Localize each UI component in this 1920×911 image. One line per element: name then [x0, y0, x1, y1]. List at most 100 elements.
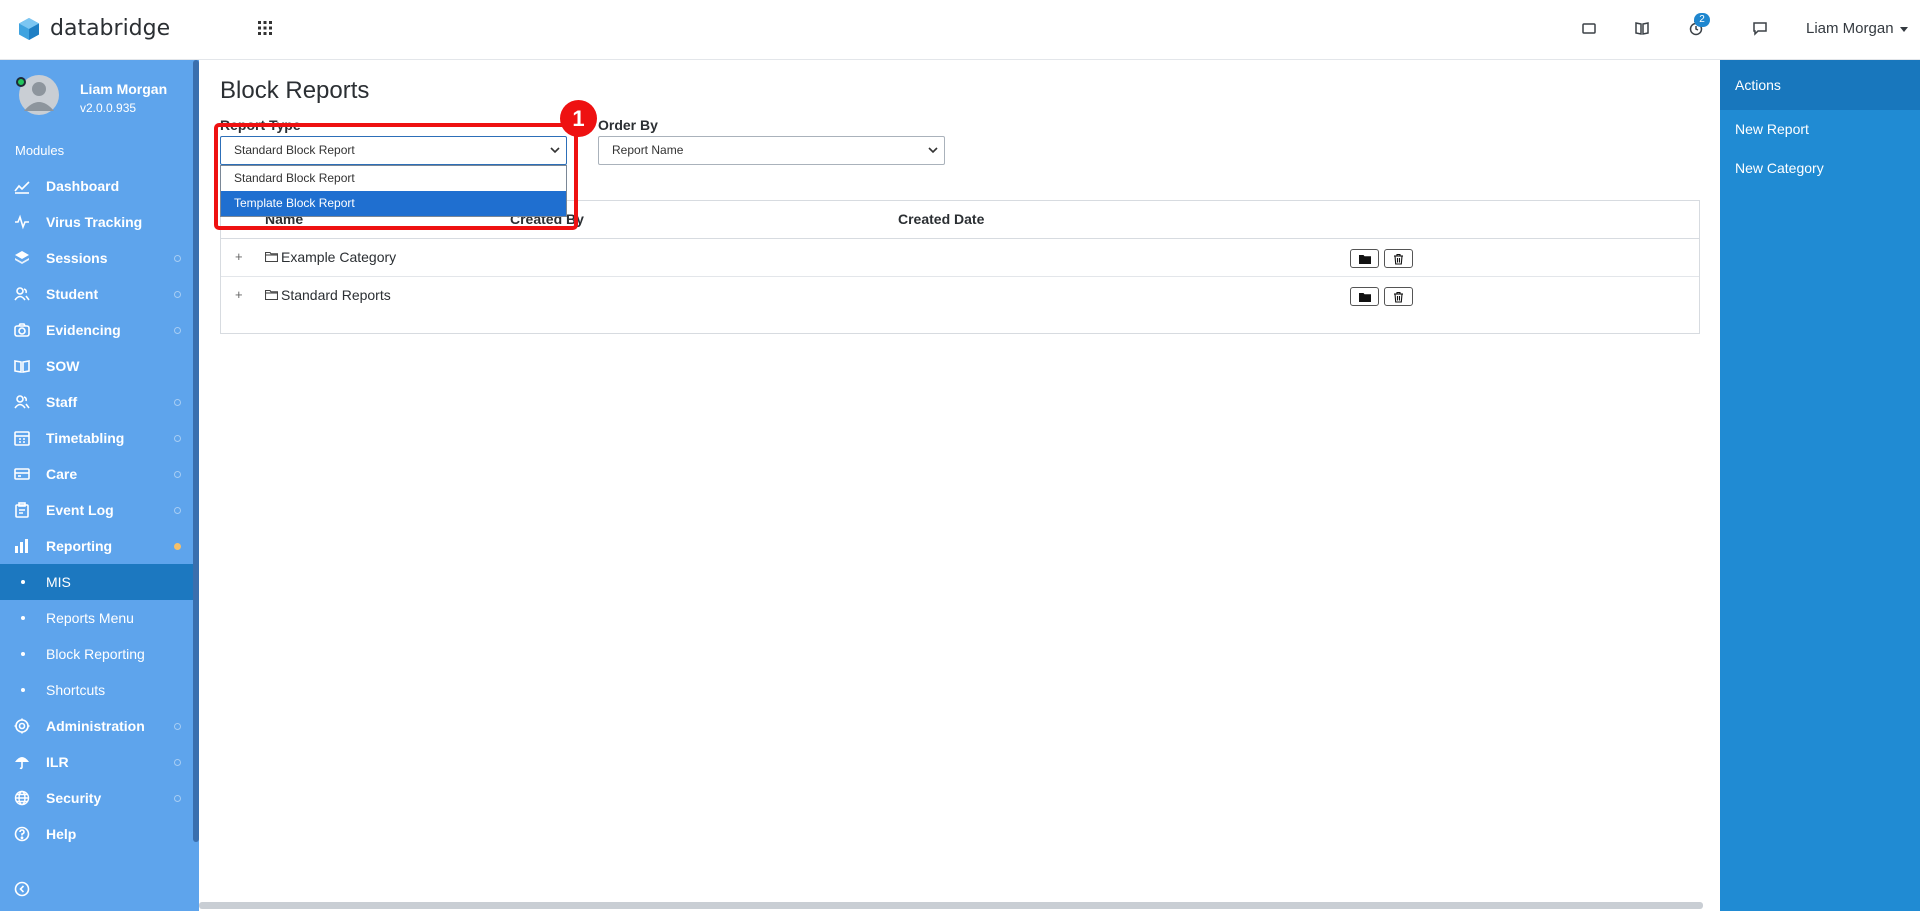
order-by-select[interactable]: Report Name: [598, 136, 945, 165]
chevron-down-icon: [928, 147, 938, 154]
sidebar-nav: Dashboard Virus Tracking Sessions Studen…: [0, 168, 193, 852]
users-icon: [14, 395, 30, 409]
globe-icon: [14, 790, 30, 806]
sidebar-item-staff[interactable]: Staff: [0, 384, 193, 420]
folder-icon: [1358, 254, 1371, 264]
sidebar-item-ilr[interactable]: ILR: [0, 744, 193, 780]
sidebar-item-reporting[interactable]: Reporting: [0, 528, 193, 564]
expand-indicator-icon: [174, 255, 181, 262]
sidebar-item-virus-tracking[interactable]: Virus Tracking: [0, 204, 193, 240]
notification-badge: 2: [1694, 13, 1710, 27]
app-name: databridge: [50, 16, 171, 41]
row-name: Standard Reports: [281, 287, 391, 303]
sidebar-item-security[interactable]: Security: [0, 780, 193, 816]
layers-icon: [15, 251, 29, 264]
sidebar-item-label: Help: [46, 826, 77, 842]
expand-row-icon[interactable]: +: [235, 249, 243, 264]
sidebar-item-timetabling[interactable]: Timetabling: [0, 420, 193, 456]
delete-button[interactable]: [1384, 287, 1413, 306]
card-icon: [14, 468, 30, 480]
page-title: Block Reports: [220, 77, 370, 104]
order-by-value: Report Name: [612, 143, 684, 157]
delete-button[interactable]: [1384, 249, 1413, 268]
expand-indicator-icon: [174, 723, 181, 730]
users-icon: [14, 287, 30, 301]
expand-indicator-icon: [174, 759, 181, 766]
sidebar-item-administration[interactable]: Administration: [0, 708, 193, 744]
expand-indicator-icon: [174, 327, 181, 334]
sidebar-item-label: Evidencing: [46, 322, 121, 338]
sidebar-item-evidencing[interactable]: Evidencing: [0, 312, 193, 348]
sidebar-item-sessions[interactable]: Sessions: [0, 240, 193, 276]
open-folder-button[interactable]: [1350, 287, 1379, 306]
sidebar-item-label: Virus Tracking: [46, 214, 143, 230]
sidebar-subitem-label: Block Reporting: [46, 646, 145, 662]
profile-name: Liam Morgan: [80, 81, 168, 97]
sidebar-item-label: Care: [46, 466, 78, 482]
step-number-badge: 1: [560, 100, 597, 137]
step-highlight-box: [214, 123, 578, 230]
sidebar-subitem-label: Reports Menu: [46, 610, 134, 626]
app-version: v2.0.0.935: [80, 101, 137, 115]
expand-indicator-icon: [174, 435, 181, 442]
sidebar-subitem-block-reporting[interactable]: Block Reporting: [0, 636, 193, 672]
modules-heading: Modules: [15, 143, 65, 158]
user-profile[interactable]: Liam Morgan v2.0.0.935: [14, 75, 194, 135]
actions-panel-title: Actions: [1720, 60, 1920, 110]
expand-row-icon[interactable]: +: [235, 287, 243, 302]
sidebar-item-sow[interactable]: SOW: [0, 348, 193, 384]
bullet-icon: [21, 652, 25, 656]
user-menu[interactable]: Liam Morgan: [1806, 20, 1908, 37]
folder-icon: [265, 251, 278, 262]
sidebar-item-event-log[interactable]: Event Log: [0, 492, 193, 528]
expanded-indicator-icon: [174, 543, 181, 550]
expand-indicator-icon: [174, 471, 181, 478]
table-row[interactable]: + Example Category: [221, 239, 1699, 277]
folder-icon: [265, 289, 278, 300]
sidebar-item-care[interactable]: Care: [0, 456, 193, 492]
apps-grid-icon[interactable]: [258, 21, 272, 40]
sidebar-subitem-mis[interactable]: MIS: [0, 564, 193, 600]
sidebar-subitem-shortcuts[interactable]: Shortcuts: [0, 672, 193, 708]
bullet-icon: [21, 580, 25, 584]
collapse-sidebar-icon[interactable]: [14, 881, 30, 897]
new-category-link[interactable]: New Category: [1735, 160, 1824, 176]
user-menu-name: Liam Morgan: [1806, 20, 1894, 37]
chat-icon[interactable]: [1752, 20, 1774, 40]
sidebar-item-student[interactable]: Student: [0, 276, 193, 312]
bullet-icon: [21, 688, 25, 692]
table-row[interactable]: + Standard Reports: [221, 277, 1699, 315]
folder-icon: [1358, 292, 1371, 302]
camera-icon: [14, 323, 30, 337]
sidebar-item-dashboard[interactable]: Dashboard: [0, 168, 193, 204]
pulse-icon: [15, 214, 29, 230]
horizontal-scrollbar[interactable]: [199, 902, 1703, 909]
sidebar-item-label: Reporting: [46, 538, 113, 554]
expand-indicator-icon: [174, 291, 181, 298]
sidebar: Liam Morgan v2.0.0.935 Modules Dashboard…: [0, 60, 199, 911]
sidebar-item-label: Staff: [46, 394, 78, 410]
sidebar-subitem-label: MIS: [46, 574, 71, 590]
window-icon[interactable]: [1581, 20, 1603, 40]
column-header-created-date[interactable]: Created Date: [898, 211, 984, 227]
sidebar-item-label: Timetabling: [46, 430, 125, 446]
sidebar-item-help[interactable]: Help: [0, 816, 193, 852]
umbrella-icon: [15, 757, 29, 770]
book-icon[interactable]: [1634, 20, 1656, 40]
expand-indicator-icon: [174, 399, 181, 406]
help-icon: [14, 826, 30, 842]
online-status-indicator: [16, 77, 26, 87]
bar-chart-icon: [15, 539, 28, 553]
sidebar-item-label: Student: [46, 286, 99, 302]
clipboard-icon: [15, 502, 29, 518]
new-report-link[interactable]: New Report: [1735, 121, 1809, 137]
app-logo[interactable]: databridge: [18, 16, 170, 41]
sidebar-subitem-label: Shortcuts: [46, 682, 106, 698]
open-folder-button[interactable]: [1350, 249, 1379, 268]
caret-down-icon: [1899, 26, 1908, 32]
row-name: Example Category: [281, 249, 397, 265]
main-content: Block Reports Report Type Standard Block…: [199, 60, 1720, 911]
sidebar-subitem-reports-menu[interactable]: Reports Menu: [0, 600, 193, 636]
gear-icon: [14, 718, 30, 734]
actions-panel: Actions New Report New Category: [1720, 60, 1920, 911]
